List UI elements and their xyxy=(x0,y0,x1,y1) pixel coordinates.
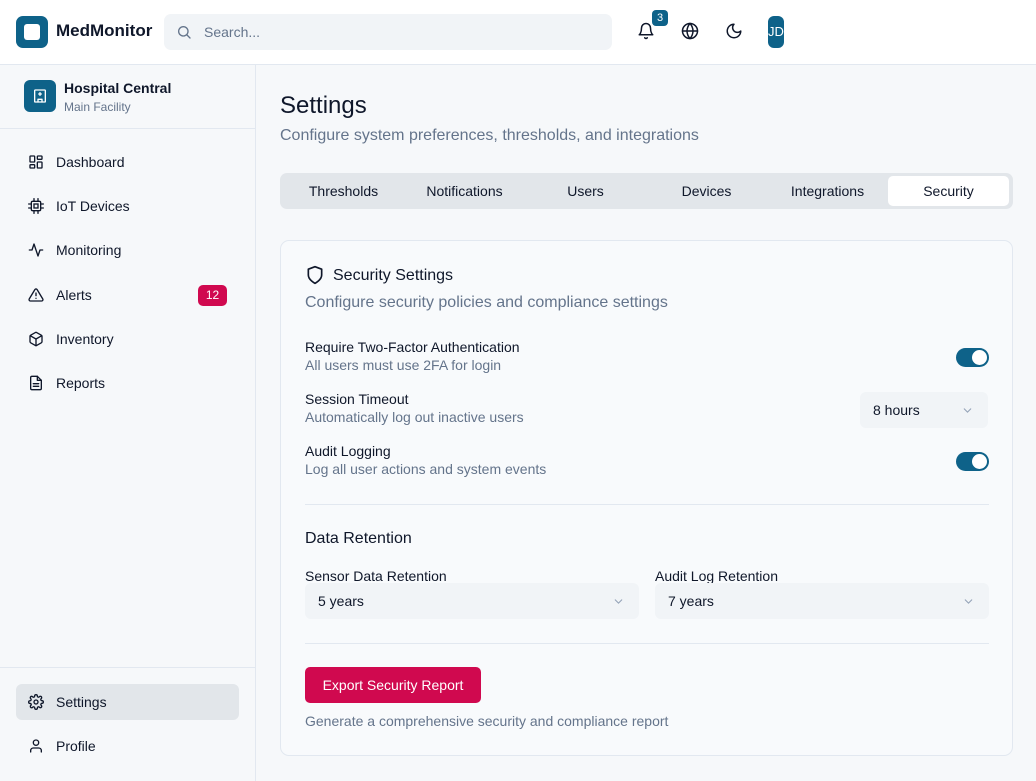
alerts-count-badge: 12 xyxy=(198,285,227,306)
sensor-retention-label: Sensor Data Retention xyxy=(305,568,447,584)
audit-logging-label: Audit Logging xyxy=(305,443,391,459)
search-icon xyxy=(178,26,191,39)
gear-icon xyxy=(28,694,44,710)
notification-count-badge: 3 xyxy=(652,10,668,26)
two-factor-label: Require Two-Factor Authentication xyxy=(305,339,520,355)
sidebar-item-label: Profile xyxy=(56,738,96,754)
user-icon xyxy=(30,739,42,753)
page-title: Settings xyxy=(280,92,367,119)
facility-subtitle: Main Facility xyxy=(64,100,131,114)
card-subtitle: Configure security policies and complian… xyxy=(305,294,668,311)
audit-logging-desc: Log all user actions and system events xyxy=(305,461,547,477)
sensor-retention-select[interactable]: 5 years xyxy=(305,583,639,619)
section-divider xyxy=(305,504,989,505)
data-retention-title: Data Retention xyxy=(305,530,412,547)
session-timeout-desc: Automatically log out inactive users xyxy=(305,409,524,425)
sidebar-item-label: Reports xyxy=(56,375,106,391)
page-subtitle: Configure system preferences, thresholds… xyxy=(280,127,699,144)
two-factor-toggle[interactable] xyxy=(956,348,989,367)
top-header: MedMonitor 3 JD xyxy=(0,0,1036,65)
sidebar-item-profile[interactable]: Profile xyxy=(16,728,239,764)
moon-icon[interactable] xyxy=(725,22,743,40)
package-icon xyxy=(29,331,43,347)
chevron-down-icon xyxy=(964,599,973,604)
chevron-down-icon xyxy=(614,599,623,604)
chip-icon xyxy=(28,198,44,214)
tab-integrations[interactable]: Integrations xyxy=(767,176,888,206)
user-avatar[interactable]: JD xyxy=(768,16,784,48)
settings-tabs: Thresholds Notifications Users Devices I… xyxy=(280,173,1013,209)
sidebar-item-reports[interactable]: Reports xyxy=(16,365,239,401)
audit-retention-label: Audit Log Retention xyxy=(655,568,778,584)
chevron-down-icon xyxy=(963,408,972,413)
shield-icon xyxy=(307,265,323,285)
tab-notifications[interactable]: Notifications xyxy=(404,176,525,206)
alert-triangle-icon xyxy=(28,288,44,302)
select-value: 8 hours xyxy=(873,402,920,418)
sidebar-item-iot-devices[interactable]: IoT Devices xyxy=(16,188,239,224)
card-title: Security Settings xyxy=(333,267,454,284)
sidebar-item-label: Monitoring xyxy=(56,242,122,258)
tab-thresholds[interactable]: Thresholds xyxy=(283,176,404,206)
app-title: MedMonitor xyxy=(56,21,153,40)
security-settings-card: Security Settings Configure security pol… xyxy=(280,240,1013,756)
sidebar-item-inventory[interactable]: Inventory xyxy=(16,321,239,357)
sidebar-item-label: Settings xyxy=(56,694,107,710)
file-text-icon xyxy=(30,375,42,391)
select-value: 5 years xyxy=(318,593,364,609)
hospital-icon xyxy=(24,80,56,112)
sidebar-item-label: IoT Devices xyxy=(56,198,130,214)
export-description: Generate a comprehensive security and co… xyxy=(305,713,669,729)
search-box[interactable] xyxy=(164,14,612,50)
session-timeout-label: Session Timeout xyxy=(305,391,409,407)
audit-logging-toggle[interactable] xyxy=(956,452,989,471)
sidebar-item-label: Alerts xyxy=(56,287,92,303)
two-factor-desc: All users must use 2FA for login xyxy=(305,357,502,373)
search-input[interactable] xyxy=(204,14,604,50)
sidebar: Hospital Central Main Facility Dashboard… xyxy=(0,65,256,781)
sidebar-footer: Settings Profile xyxy=(0,667,255,754)
sidebar-item-alerts[interactable]: Alerts 12 xyxy=(16,277,239,313)
select-value: 7 years xyxy=(668,593,714,609)
sidebar-item-dashboard[interactable]: Dashboard xyxy=(16,144,239,180)
audit-retention-select[interactable]: 7 years xyxy=(655,583,989,619)
globe-icon[interactable] xyxy=(681,22,699,40)
section-divider xyxy=(305,643,989,644)
dashboard-icon xyxy=(29,155,43,169)
sidebar-item-monitoring[interactable]: Monitoring xyxy=(16,232,239,268)
export-security-report-button[interactable]: Export Security Report xyxy=(305,667,481,703)
tab-users[interactable]: Users xyxy=(525,176,646,206)
sidebar-item-label: Inventory xyxy=(56,331,114,347)
facility-name: Hospital Central xyxy=(64,80,172,96)
tab-devices[interactable]: Devices xyxy=(646,176,767,206)
tab-security[interactable]: Security xyxy=(888,176,1009,206)
activity-icon xyxy=(28,243,44,257)
session-timeout-select[interactable]: 8 hours xyxy=(860,392,988,428)
facility-switcher[interactable]: Hospital Central Main Facility xyxy=(0,65,255,129)
sidebar-item-settings[interactable]: Settings xyxy=(16,684,239,720)
sidebar-item-label: Dashboard xyxy=(56,154,125,170)
app-logo-icon[interactable] xyxy=(16,16,48,48)
